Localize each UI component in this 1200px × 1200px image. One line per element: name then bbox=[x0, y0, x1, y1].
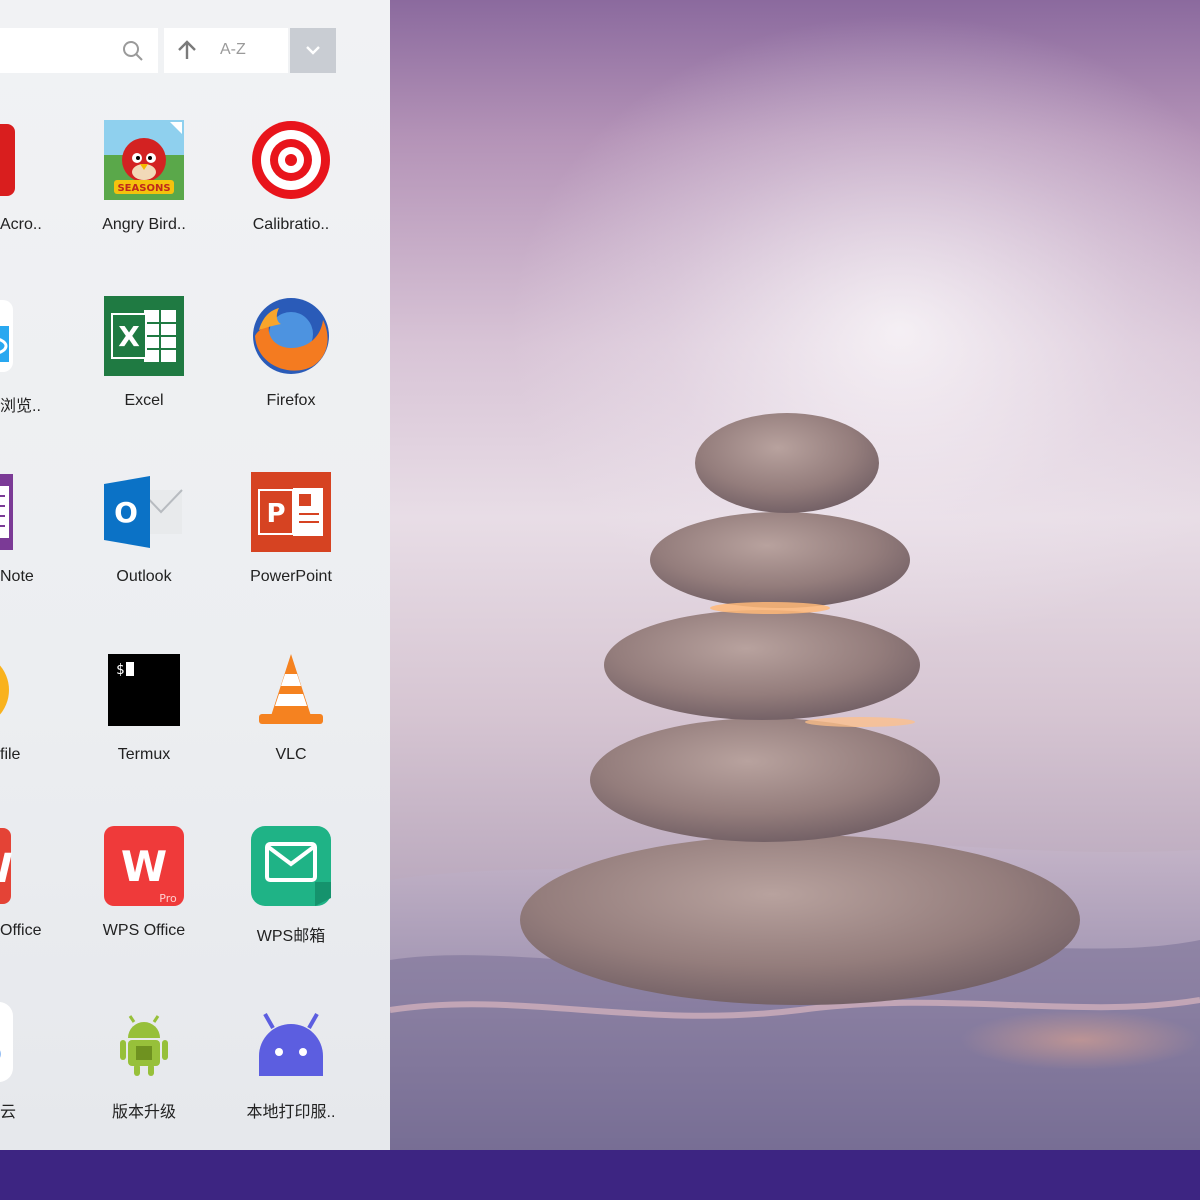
file-browser-icon bbox=[0, 300, 13, 372]
taskbar bbox=[0, 1150, 1200, 1200]
app-launcher-panel: A-Z Acro.. SEASONS Angry Bird.. Calibrat… bbox=[0, 0, 390, 1150]
app-firefox[interactable]: Firefox bbox=[226, 296, 356, 446]
search-icon[interactable] bbox=[122, 40, 144, 62]
app-file-browser[interactable]: 浏览.. bbox=[0, 296, 41, 446]
android-icon bbox=[259, 1013, 323, 1076]
onenote-icon bbox=[0, 474, 13, 550]
app-label: Excel bbox=[124, 392, 164, 409]
app-label: Firefox bbox=[266, 392, 316, 409]
svg-text:W: W bbox=[0, 846, 13, 892]
svg-text:$: $ bbox=[116, 662, 124, 678]
app-label: VLC bbox=[275, 746, 307, 763]
search-input[interactable] bbox=[0, 28, 110, 73]
svg-text:W: W bbox=[121, 842, 167, 891]
acrobat-icon bbox=[0, 124, 15, 196]
chevron-down-icon bbox=[306, 46, 320, 55]
app-version-upgrade[interactable]: 版本升级 bbox=[79, 1002, 209, 1150]
app-label: file bbox=[0, 746, 21, 763]
app-termux[interactable]: $ Termux bbox=[79, 650, 209, 800]
app-onenote[interactable]: Note bbox=[0, 472, 40, 622]
cloud-file-icon bbox=[0, 665, 9, 715]
app-label: Angry Bird.. bbox=[102, 216, 186, 233]
app-angry-birds[interactable]: SEASONS Angry Bird.. bbox=[79, 120, 209, 270]
app-label: WPS Office bbox=[102, 922, 186, 939]
sort-dropdown-button[interactable] bbox=[290, 28, 336, 73]
vlc-cone-icon bbox=[259, 654, 323, 724]
sort-order-button[interactable]: A-Z bbox=[164, 28, 288, 73]
app-label: Office bbox=[0, 922, 42, 939]
svg-text:Pro: Pro bbox=[159, 892, 177, 905]
target-icon bbox=[252, 121, 330, 199]
android-update-icon bbox=[120, 1015, 168, 1076]
app-cloud-file[interactable]: file bbox=[0, 650, 40, 800]
app-wps-office[interactable]: W Office bbox=[0, 826, 42, 976]
svg-text:SEASONS: SEASONS bbox=[117, 183, 170, 194]
cloud-drive-icon bbox=[0, 1002, 13, 1082]
search-field[interactable] bbox=[0, 28, 158, 73]
app-outlook[interactable]: O Outlook bbox=[79, 472, 209, 622]
app-label: 版本升级 bbox=[111, 1104, 176, 1121]
app-cloud-drive[interactable]: 云 bbox=[0, 1002, 40, 1150]
svg-text:X: X bbox=[118, 320, 140, 353]
app-label: Acro.. bbox=[0, 216, 42, 233]
app-powerpoint[interactable]: P PowerPoint bbox=[226, 472, 356, 622]
app-label: Outlook bbox=[116, 568, 172, 585]
firefox-icon bbox=[253, 298, 329, 374]
svg-text:P: P bbox=[266, 499, 285, 529]
app-label: Termux bbox=[117, 746, 171, 763]
terminal-icon: $ bbox=[108, 654, 180, 726]
app-label: Calibratio.. bbox=[252, 216, 330, 233]
app-label: 云 bbox=[0, 1104, 17, 1121]
app-wps-mail[interactable]: WPS邮箱 bbox=[226, 826, 356, 976]
wps-office-icon: W bbox=[0, 828, 13, 904]
svg-text:O: O bbox=[114, 496, 138, 529]
arrow-up-icon bbox=[178, 40, 196, 59]
outlook-icon: O bbox=[104, 476, 183, 548]
wps-office-pro-icon: W Pro bbox=[104, 826, 184, 906]
app-label: WPS邮箱 bbox=[256, 928, 326, 945]
angry-birds-icon: SEASONS bbox=[104, 120, 184, 200]
app-vlc[interactable]: VLC bbox=[226, 650, 356, 800]
app-excel[interactable]: X Excel bbox=[79, 296, 209, 446]
app-label: 本地打印服.. bbox=[246, 1104, 336, 1121]
app-wps-office-pro[interactable]: W Pro WPS Office bbox=[79, 826, 209, 976]
app-label: 浏览.. bbox=[0, 398, 41, 415]
app-local-print-service[interactable]: 本地打印服.. bbox=[226, 1002, 356, 1150]
app-acrobat[interactable]: Acro.. bbox=[0, 120, 42, 270]
excel-icon: X bbox=[104, 296, 184, 376]
app-label: PowerPoint bbox=[250, 568, 332, 585]
app-calibration[interactable]: Calibratio.. bbox=[226, 120, 356, 270]
app-label: Note bbox=[0, 568, 34, 585]
wps-mail-icon bbox=[251, 826, 331, 906]
sort-label: A-Z bbox=[220, 41, 246, 58]
powerpoint-icon: P bbox=[251, 472, 331, 552]
